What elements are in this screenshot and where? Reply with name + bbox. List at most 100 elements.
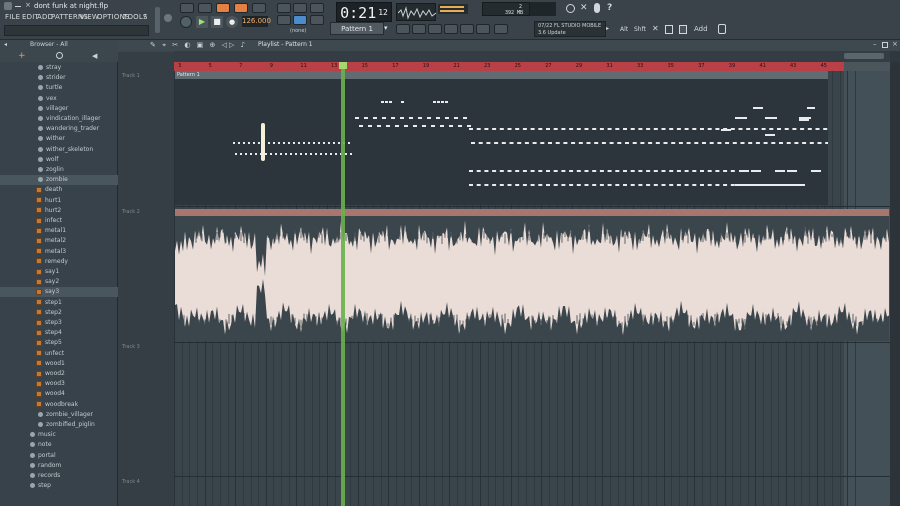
- note[interactable]: [546, 170, 550, 172]
- note[interactable]: [235, 153, 237, 155]
- note[interactable]: [563, 142, 568, 144]
- note[interactable]: [692, 170, 697, 172]
- note[interactable]: [300, 153, 302, 155]
- note[interactable]: [295, 153, 297, 155]
- note[interactable]: [653, 184, 658, 186]
- note[interactable]: [692, 128, 697, 130]
- note[interactable]: [669, 170, 674, 172]
- note[interactable]: [609, 142, 614, 144]
- note[interactable]: [646, 170, 651, 172]
- note[interactable]: [469, 184, 473, 186]
- note[interactable]: [492, 170, 497, 172]
- note[interactable]: [248, 142, 250, 144]
- note[interactable]: [648, 142, 653, 144]
- note[interactable]: [676, 170, 681, 172]
- note[interactable]: [694, 142, 699, 144]
- note[interactable]: [686, 142, 691, 144]
- note[interactable]: [436, 117, 440, 119]
- note[interactable]: [661, 128, 666, 130]
- note[interactable]: [437, 101, 440, 103]
- note[interactable]: [310, 153, 312, 155]
- note[interactable]: [476, 170, 481, 172]
- pattern-clip[interactable]: Pattern 1: [175, 71, 828, 205]
- note[interactable]: [700, 128, 704, 130]
- note[interactable]: [484, 128, 489, 130]
- note[interactable]: [721, 129, 731, 131]
- note[interactable]: [732, 142, 737, 144]
- note[interactable]: [638, 170, 643, 172]
- note[interactable]: [607, 170, 612, 172]
- note[interactable]: [413, 125, 417, 127]
- note[interactable]: [715, 170, 720, 172]
- note[interactable]: [501, 142, 506, 144]
- note[interactable]: [576, 128, 581, 130]
- note[interactable]: [700, 184, 704, 186]
- note[interactable]: [709, 142, 714, 144]
- note[interactable]: [811, 170, 821, 172]
- note[interactable]: [623, 170, 627, 172]
- note[interactable]: [771, 142, 776, 144]
- note[interactable]: [700, 170, 704, 172]
- note[interactable]: [800, 128, 805, 130]
- note[interactable]: [476, 184, 481, 186]
- note[interactable]: [592, 128, 597, 130]
- note[interactable]: [615, 128, 620, 130]
- note[interactable]: [735, 184, 805, 186]
- note[interactable]: [584, 184, 589, 186]
- note[interactable]: [792, 128, 797, 130]
- note[interactable]: [607, 184, 612, 186]
- note[interactable]: [730, 170, 735, 172]
- note[interactable]: [723, 184, 728, 186]
- note[interactable]: [315, 153, 317, 155]
- note[interactable]: [538, 170, 543, 172]
- note[interactable]: [799, 117, 811, 119]
- note[interactable]: [786, 142, 791, 144]
- note[interactable]: [817, 142, 822, 144]
- playhead-marker[interactable]: [339, 62, 347, 69]
- note[interactable]: [576, 170, 581, 172]
- note[interactable]: [381, 101, 384, 103]
- note[interactable]: [431, 125, 435, 127]
- note[interactable]: [617, 142, 622, 144]
- note[interactable]: [265, 153, 267, 155]
- note[interactable]: [702, 142, 706, 144]
- note[interactable]: [255, 153, 257, 155]
- note[interactable]: [769, 128, 774, 130]
- note[interactable]: [418, 117, 422, 119]
- note[interactable]: [692, 184, 697, 186]
- note[interactable]: [270, 153, 272, 155]
- note[interactable]: [338, 142, 340, 144]
- note[interactable]: [538, 184, 543, 186]
- note[interactable]: [807, 107, 815, 109]
- note[interactable]: [655, 142, 660, 144]
- note[interactable]: [653, 128, 658, 130]
- note[interactable]: [250, 153, 252, 155]
- note[interactable]: [440, 125, 444, 127]
- note[interactable]: [522, 184, 527, 186]
- note[interactable]: [445, 117, 449, 119]
- note[interactable]: [638, 128, 643, 130]
- note[interactable]: [238, 142, 240, 144]
- note[interactable]: [715, 128, 720, 130]
- note[interactable]: [751, 170, 761, 172]
- note[interactable]: [522, 170, 527, 172]
- note[interactable]: [409, 117, 413, 119]
- note[interactable]: [391, 117, 395, 119]
- note[interactable]: [492, 128, 497, 130]
- note[interactable]: [592, 170, 597, 172]
- note[interactable]: [787, 170, 797, 172]
- note[interactable]: [499, 184, 504, 186]
- note[interactable]: [684, 128, 689, 130]
- note[interactable]: [515, 184, 520, 186]
- note[interactable]: [775, 170, 785, 172]
- note[interactable]: [715, 184, 720, 186]
- note[interactable]: [377, 125, 381, 127]
- note[interactable]: [630, 128, 635, 130]
- note[interactable]: [717, 142, 722, 144]
- note[interactable]: [623, 184, 627, 186]
- note[interactable]: [330, 153, 332, 155]
- note[interactable]: [359, 125, 363, 127]
- note[interactable]: [243, 142, 245, 144]
- note[interactable]: [469, 170, 473, 172]
- note[interactable]: [630, 184, 635, 186]
